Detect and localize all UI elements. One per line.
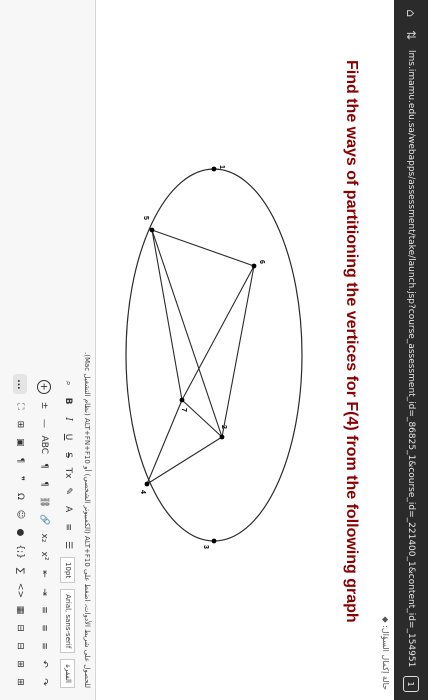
- ltr-button[interactable]: ¶: [37, 478, 51, 490]
- align-right-icon[interactable]: ≡: [37, 604, 51, 616]
- italic-button[interactable]: I: [61, 413, 75, 425]
- question-completion-status: حالة إكمال السؤال: ◆: [381, 616, 390, 690]
- font-color-button[interactable]: A: [61, 503, 75, 515]
- graph-node-label-2: 2: [220, 425, 227, 429]
- toolbar-row-2: ↷ ↶ ≡ ≡ ≡ ⇥ ⇤ x² x₂ 🔗 ⛓ ¶ ¶ ABC — ± +: [35, 80, 53, 688]
- plus-minus-button[interactable]: ±: [37, 400, 51, 412]
- media-button[interactable]: ●: [13, 526, 27, 538]
- paragraph-select[interactable]: الفقرة: [60, 659, 76, 688]
- add-content-icon[interactable]: +: [37, 379, 51, 394]
- graph-node-label-5: 5: [142, 216, 149, 220]
- underline-button[interactable]: U: [61, 431, 75, 443]
- graph-edge-6-5: [151, 229, 255, 267]
- graph-node-3: [211, 538, 217, 544]
- image-button[interactable]: ▣: [13, 436, 27, 448]
- redo-icon[interactable]: ↷: [37, 676, 51, 688]
- graph-node-label-3: 3: [202, 545, 209, 549]
- graph-node-2: [219, 434, 225, 440]
- fullscreen-icon[interactable]: ⛶: [13, 400, 27, 412]
- graph-edge-7-5: [151, 229, 183, 401]
- browser-url-bar: ⌂ ⇅ lms.imamu.edu.sa/webapps/assessment/…: [394, 0, 428, 700]
- toolbar-hint: للحصول على شريط الأدوات، اضغط على ALT+F1…: [83, 352, 91, 688]
- toolbar-row-3: ⊞ ⊞ ⊟ ⊟ ▦ <> ∑ {;} ● ☺ Ω ❞ ¶ ▣ ⊞ ⛶ ...: [11, 80, 29, 688]
- text-editor: للحصول على شريط الأدوات، اضغط على ALT+F1…: [0, 0, 96, 700]
- more-button[interactable]: ...: [13, 374, 27, 395]
- graph-node-label-1: 1: [218, 165, 225, 169]
- bold-button[interactable]: B: [61, 395, 75, 407]
- quote-icon[interactable]: ❞: [13, 472, 27, 484]
- code-view-button[interactable]: <>: [13, 583, 27, 598]
- link-icon[interactable]: 🔗: [37, 514, 51, 526]
- search-icon[interactable]: ⌕: [61, 377, 75, 389]
- graph-edge-6-7: [181, 265, 255, 401]
- table-insert-icon[interactable]: ⊞: [13, 658, 27, 670]
- table-col-icon[interactable]: ⊟: [13, 622, 27, 634]
- graph-edge-6-2: [221, 265, 255, 438]
- horizontal-rule-button[interactable]: —: [37, 418, 51, 430]
- site-info-icon[interactable]: ⇅: [404, 28, 418, 42]
- strikethrough-button[interactable]: S: [61, 449, 75, 461]
- graph-nodes: 1 2 3 4 5 6 7: [139, 165, 265, 549]
- highlight-button[interactable]: ✎: [61, 485, 75, 497]
- emoji-button[interactable]: ☺: [13, 508, 27, 520]
- clear-format-button[interactable]: Tx: [61, 467, 75, 479]
- font-size-select[interactable]: 10pt: [60, 557, 76, 584]
- graph-node-6: [251, 263, 257, 269]
- toolbar-row-1: الفقرة Arial, sans-serif 10pt ☰ ≡ A ✎ Tx…: [59, 80, 77, 688]
- table-row-icon[interactable]: ⊟: [13, 640, 27, 652]
- graph-edge-2-4: [146, 436, 223, 485]
- home-icon[interactable]: ⌂: [404, 6, 418, 20]
- special-char-button[interactable]: Ω: [13, 490, 27, 502]
- superscript-button[interactable]: x²: [37, 550, 51, 562]
- list-icon[interactable]: ☰: [61, 539, 75, 551]
- table-merge-icon[interactable]: ▦: [13, 604, 27, 616]
- outdent-icon[interactable]: ⇤: [37, 568, 51, 580]
- align-center-icon[interactable]: ≡: [37, 622, 51, 634]
- graph-node-5: [149, 227, 155, 233]
- html-button[interactable]: {;}: [13, 544, 27, 558]
- embed-button[interactable]: ⊞: [13, 418, 27, 430]
- graph-outer-ellipse: [125, 168, 303, 542]
- font-family-select[interactable]: Arial, sans-serif: [60, 589, 76, 654]
- graph-node-4: [144, 481, 150, 487]
- align-left-icon[interactable]: ≡: [37, 640, 51, 652]
- graph-figure: 1 2 3 4 5 6 7: [125, 165, 303, 549]
- graph-node-label-6: 6: [258, 260, 265, 264]
- spellcheck-button[interactable]: ABC: [37, 436, 51, 454]
- unlink-icon[interactable]: ⛓: [37, 496, 51, 508]
- url-text[interactable]: lms.imamu.edu.sa/webapps/assessment/take…: [406, 50, 416, 668]
- graph-node-label-7: 7: [180, 408, 187, 412]
- graph-edge-2-5: [151, 229, 223, 438]
- table-grid-icon[interactable]: ⊞: [13, 676, 27, 688]
- graph-edges: [146, 229, 255, 485]
- paragraph-mark-icon[interactable]: ¶: [13, 454, 27, 466]
- undo-icon[interactable]: ↶: [37, 658, 51, 670]
- graph-node-7: [179, 397, 185, 403]
- tab-count-button[interactable]: 1: [403, 676, 419, 692]
- screen: ⌂ ⇅ lms.imamu.edu.sa/webapps/assessment/…: [0, 0, 428, 700]
- graph-node-label-4: 4: [139, 490, 146, 494]
- question-text: Find the ways of partitioning the vertic…: [343, 60, 360, 623]
- math-button[interactable]: ∑: [13, 565, 27, 577]
- graph-node-1: [211, 166, 217, 172]
- numbered-list-icon[interactable]: ≡: [61, 521, 75, 533]
- subscript-button[interactable]: x₂: [37, 532, 51, 544]
- graph-edge-4-7: [146, 399, 183, 485]
- indent-icon[interactable]: ⇥: [37, 586, 51, 598]
- rtl-button[interactable]: ¶: [37, 460, 51, 472]
